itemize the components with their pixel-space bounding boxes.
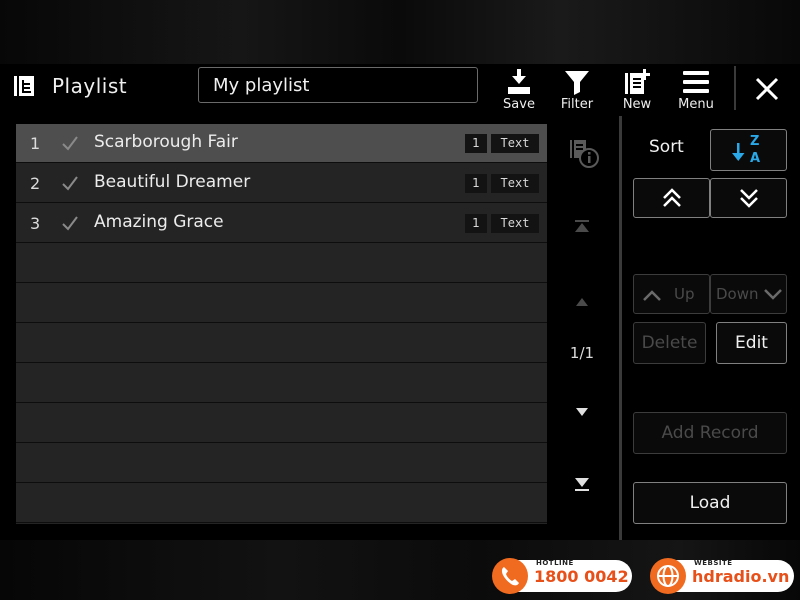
load-label: Load [689,493,731,513]
save-button[interactable]: Save [494,68,544,114]
check-icon [62,136,78,151]
move-bottom-button[interactable] [710,178,787,218]
scroll-controls: 1/1 [552,124,612,524]
website-badge: WEBSITE hdradio.vn [650,558,794,594]
hotline-number: 1800 0042 [534,567,629,586]
close-button[interactable] [748,70,786,108]
hotline-caption: HOTLINE [536,559,574,567]
up-label: Up [674,285,695,303]
menu-button[interactable]: Menu [671,68,721,114]
song-name: Beautiful Dreamer [94,172,251,192]
hotline-badge: HOTLINE 1800 0042 [492,558,632,594]
song-type: Text [491,134,539,153]
delete-button[interactable]: Delete [633,322,706,364]
scroll-bottom-icon [575,478,589,491]
playlist-window: Playlist My playlist Save Filter New Men… [0,64,800,540]
add-record-button[interactable]: Add Record [633,412,787,454]
scroll-top-icon [575,220,589,232]
down-label: Down [716,285,759,303]
sort-az-icon: Z A [731,134,760,166]
phone-icon [492,558,528,594]
background-top [0,0,800,64]
menu-label: Menu [678,97,714,112]
edit-label: Edit [735,333,768,353]
edit-button[interactable]: Edit [716,322,787,364]
song-list: 1 Scarborough Fair 1 Text 2 Beautiful Dr… [16,124,547,524]
list-item[interactable]: 1 Scarborough Fair 1 Text [16,124,547,163]
list-item[interactable]: 2 Beautiful Dreamer 1 Text [16,164,547,203]
double-chevron-up-icon [662,188,681,207]
playlist-name-field[interactable]: My playlist [198,67,478,103]
empty-row[interactable] [16,364,547,403]
page-down-icon [576,408,588,416]
song-count: 1 [465,134,487,153]
page-up-icon [576,298,588,306]
filter-icon [565,71,589,95]
header-divider [734,66,736,110]
row-number: 3 [30,214,41,233]
empty-row[interactable] [16,244,547,283]
row-number: 2 [30,174,41,193]
page-up-button[interactable] [552,292,612,316]
double-chevron-down-icon [739,189,758,208]
row-number: 1 [30,134,41,153]
move-up-button[interactable]: Up [633,274,710,314]
playlist-info-button[interactable] [552,136,612,174]
add-record-label: Add Record [661,423,759,443]
filter-label: Filter [560,97,594,112]
load-button[interactable]: Load [633,482,787,524]
empty-row[interactable] [16,404,547,443]
new-button[interactable]: New [612,68,662,114]
empty-row[interactable] [16,484,547,523]
empty-row[interactable] [16,284,547,323]
chevron-down-icon [764,289,782,300]
globe-icon [650,558,686,594]
song-name: Scarborough Fair [94,132,238,152]
check-icon [62,176,78,191]
save-icon [508,69,530,94]
song-count: 1 [465,174,487,193]
song-count: 1 [465,214,487,233]
move-top-button[interactable] [633,178,710,218]
website-url: hdradio.vn [692,567,790,586]
page-down-button[interactable] [552,402,612,426]
chevron-up-icon [643,290,661,301]
list-item[interactable]: 3 Amazing Grace 1 Text [16,204,547,243]
scroll-bottom-button[interactable] [552,474,612,498]
svg-text:A: A [750,151,760,166]
empty-row[interactable] [16,324,547,363]
scroll-top-button[interactable] [552,216,612,240]
page-title: Playlist [52,74,128,98]
delete-label: Delete [641,333,698,353]
header-bar: Playlist My playlist Save Filter New Men… [0,64,800,114]
song-type: Text [491,214,539,233]
song-name: Amazing Grace [94,212,224,232]
save-label: Save [503,97,535,112]
panel-divider [619,116,622,540]
filter-button[interactable]: Filter [552,68,602,114]
sort-label: Sort [649,137,684,157]
page-indicator: 1/1 [569,344,595,362]
menu-icon [683,71,709,93]
check-icon [62,216,78,231]
new-label: New [622,97,652,112]
song-type: Text [491,174,539,193]
website-caption: WEBSITE [694,559,733,567]
move-down-button[interactable]: Down [710,274,787,314]
sort-az-button[interactable]: Z A [710,129,787,171]
empty-row[interactable] [16,444,547,483]
playlist-info-icon [570,140,599,168]
playlist-icon [14,76,34,96]
svg-text:Z: Z [750,134,759,149]
close-icon [755,77,779,101]
new-icon [625,69,650,94]
